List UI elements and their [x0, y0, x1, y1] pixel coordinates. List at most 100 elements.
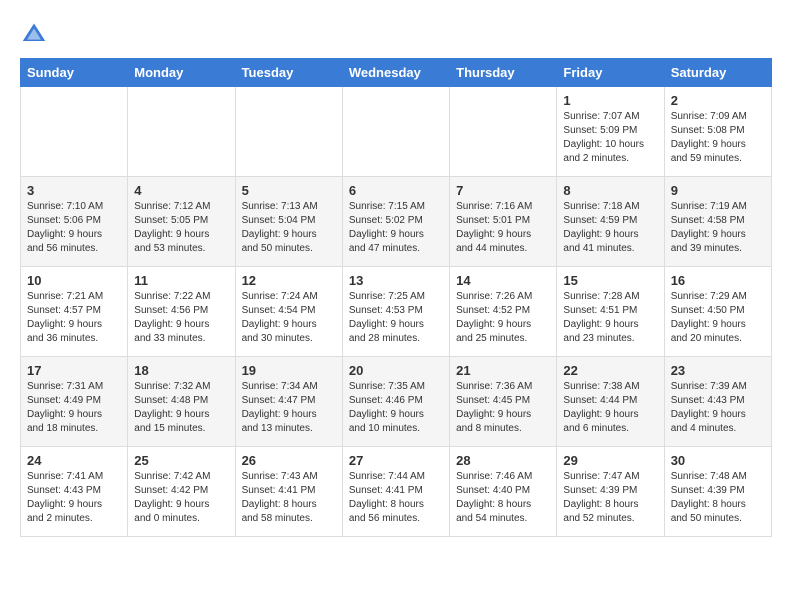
- day-number: 1: [563, 93, 657, 108]
- day-info: Sunrise: 7:13 AM Sunset: 5:04 PM Dayligh…: [242, 200, 336, 256]
- day-number: 20: [349, 363, 443, 378]
- day-info: Sunrise: 7:48 AM Sunset: 4:39 PM Dayligh…: [671, 470, 765, 526]
- day-number: 12: [242, 273, 336, 288]
- day-number: 19: [242, 363, 336, 378]
- calendar-cell: 19 Sunrise: 7:34 AM Sunset: 4:47 PM Dayli…: [235, 357, 342, 447]
- day-info: Sunrise: 7:19 AM Sunset: 4:58 PM Dayligh…: [671, 200, 765, 256]
- day-number: 26: [242, 453, 336, 468]
- calendar-cell: [342, 87, 449, 177]
- calendar-cell: 20 Sunrise: 7:35 AM Sunset: 4:46 PM Dayli…: [342, 357, 449, 447]
- calendar-cell: 1 Sunrise: 7:07 AM Sunset: 5:09 PM Daylig…: [557, 87, 664, 177]
- day-info: Sunrise: 7:15 AM Sunset: 5:02 PM Dayligh…: [349, 200, 443, 256]
- day-info: Sunrise: 7:38 AM Sunset: 4:44 PM Dayligh…: [563, 380, 657, 436]
- calendar-cell: 11 Sunrise: 7:22 AM Sunset: 4:56 PM Dayli…: [128, 267, 235, 357]
- logo-icon: [20, 20, 48, 48]
- day-info: Sunrise: 7:10 AM Sunset: 5:06 PM Dayligh…: [27, 200, 121, 256]
- day-info: Sunrise: 7:32 AM Sunset: 4:48 PM Dayligh…: [134, 380, 228, 436]
- calendar-cell: 5 Sunrise: 7:13 AM Sunset: 5:04 PM Daylig…: [235, 177, 342, 267]
- weekday-header-thursday: Thursday: [450, 59, 557, 87]
- day-info: Sunrise: 7:39 AM Sunset: 4:43 PM Dayligh…: [671, 380, 765, 436]
- day-info: Sunrise: 7:43 AM Sunset: 4:41 PM Dayligh…: [242, 470, 336, 526]
- calendar-cell: 10 Sunrise: 7:21 AM Sunset: 4:57 PM Dayli…: [21, 267, 128, 357]
- calendar-cell: [235, 87, 342, 177]
- calendar-cell: 15 Sunrise: 7:28 AM Sunset: 4:51 PM Dayli…: [557, 267, 664, 357]
- day-info: Sunrise: 7:28 AM Sunset: 4:51 PM Dayligh…: [563, 290, 657, 346]
- weekday-header-saturday: Saturday: [664, 59, 771, 87]
- day-info: Sunrise: 7:16 AM Sunset: 5:01 PM Dayligh…: [456, 200, 550, 256]
- calendar-cell: 23 Sunrise: 7:39 AM Sunset: 4:43 PM Dayli…: [664, 357, 771, 447]
- day-info: Sunrise: 7:21 AM Sunset: 4:57 PM Dayligh…: [27, 290, 121, 346]
- day-number: 2: [671, 93, 765, 108]
- calendar-cell: [450, 87, 557, 177]
- calendar-cell: 9Sunrise: 7:19 AM Sunset: 4:58 PM Daylig…: [664, 177, 771, 267]
- calendar-cell: 2 Sunrise: 7:09 AM Sunset: 5:08 PM Daylig…: [664, 87, 771, 177]
- day-number: 24: [27, 453, 121, 468]
- day-info: Sunrise: 7:34 AM Sunset: 4:47 PM Dayligh…: [242, 380, 336, 436]
- day-number: 15: [563, 273, 657, 288]
- day-number: 3: [27, 183, 121, 198]
- calendar-cell: 6 Sunrise: 7:15 AM Sunset: 5:02 PM Daylig…: [342, 177, 449, 267]
- day-info: Sunrise: 7:44 AM Sunset: 4:41 PM Dayligh…: [349, 470, 443, 526]
- calendar-header: SundayMondayTuesdayWednesdayThursdayFrid…: [21, 59, 772, 87]
- calendar-week-1: 1 Sunrise: 7:07 AM Sunset: 5:09 PM Daylig…: [21, 87, 772, 177]
- day-info: Sunrise: 7:18 AM Sunset: 4:59 PM Dayligh…: [563, 200, 657, 256]
- day-number: 25: [134, 453, 228, 468]
- day-info: Sunrise: 7:35 AM Sunset: 4:46 PM Dayligh…: [349, 380, 443, 436]
- day-number: 16: [671, 273, 765, 288]
- weekday-header-row: SundayMondayTuesdayWednesdayThursdayFrid…: [21, 59, 772, 87]
- day-number: 5: [242, 183, 336, 198]
- day-number: 22: [563, 363, 657, 378]
- calendar-cell: 7 Sunrise: 7:16 AM Sunset: 5:01 PM Daylig…: [450, 177, 557, 267]
- day-number: 21: [456, 363, 550, 378]
- calendar-cell: 13Sunrise: 7:25 AM Sunset: 4:53 PM Dayli…: [342, 267, 449, 357]
- day-info: Sunrise: 7:31 AM Sunset: 4:49 PM Dayligh…: [27, 380, 121, 436]
- calendar-cell: 4 Sunrise: 7:12 AM Sunset: 5:05 PM Daylig…: [128, 177, 235, 267]
- calendar-cell: 22 Sunrise: 7:38 AM Sunset: 4:44 PM Dayli…: [557, 357, 664, 447]
- day-number: 23: [671, 363, 765, 378]
- calendar-week-2: 3 Sunrise: 7:10 AM Sunset: 5:06 PM Daylig…: [21, 177, 772, 267]
- day-info: Sunrise: 7:47 AM Sunset: 4:39 PM Dayligh…: [563, 470, 657, 526]
- day-info: Sunrise: 7:25 AM Sunset: 4:53 PM Dayligh…: [349, 290, 443, 346]
- day-number: 18: [134, 363, 228, 378]
- calendar-week-4: 17 Sunrise: 7:31 AM Sunset: 4:49 PM Dayli…: [21, 357, 772, 447]
- calendar-cell: 18 Sunrise: 7:32 AM Sunset: 4:48 PM Dayli…: [128, 357, 235, 447]
- day-info: Sunrise: 7:42 AM Sunset: 4:42 PM Dayligh…: [134, 470, 228, 526]
- calendar-week-5: 24 Sunrise: 7:41 AM Sunset: 4:43 PM Dayli…: [21, 447, 772, 537]
- day-info: Sunrise: 7:22 AM Sunset: 4:56 PM Dayligh…: [134, 290, 228, 346]
- day-number: 28: [456, 453, 550, 468]
- calendar-cell: 28Sunrise: 7:46 AM Sunset: 4:40 PM Dayli…: [450, 447, 557, 537]
- day-number: 11: [134, 273, 228, 288]
- day-number: 10: [27, 273, 121, 288]
- day-info: Sunrise: 7:41 AM Sunset: 4:43 PM Dayligh…: [27, 470, 121, 526]
- weekday-header-monday: Monday: [128, 59, 235, 87]
- calendar-cell: [21, 87, 128, 177]
- day-number: 6: [349, 183, 443, 198]
- calendar-cell: 12 Sunrise: 7:24 AM Sunset: 4:54 PM Dayli…: [235, 267, 342, 357]
- day-number: 17: [27, 363, 121, 378]
- calendar-body: 1 Sunrise: 7:07 AM Sunset: 5:09 PM Daylig…: [21, 87, 772, 537]
- day-number: 4: [134, 183, 228, 198]
- day-info: Sunrise: 7:26 AM Sunset: 4:52 PM Dayligh…: [456, 290, 550, 346]
- calendar-cell: 17 Sunrise: 7:31 AM Sunset: 4:49 PM Dayli…: [21, 357, 128, 447]
- day-number: 7: [456, 183, 550, 198]
- calendar-cell: 25 Sunrise: 7:42 AM Sunset: 4:42 PM Dayli…: [128, 447, 235, 537]
- day-info: Sunrise: 7:24 AM Sunset: 4:54 PM Dayligh…: [242, 290, 336, 346]
- calendar-cell: 14Sunrise: 7:26 AM Sunset: 4:52 PM Dayli…: [450, 267, 557, 357]
- day-info: Sunrise: 7:07 AM Sunset: 5:09 PM Dayligh…: [563, 110, 657, 166]
- calendar-table: SundayMondayTuesdayWednesdayThursdayFrid…: [20, 58, 772, 537]
- day-number: 29: [563, 453, 657, 468]
- logo: [20, 20, 52, 48]
- day-info: Sunrise: 7:12 AM Sunset: 5:05 PM Dayligh…: [134, 200, 228, 256]
- calendar-cell: 21 Sunrise: 7:36 AM Sunset: 4:45 PM Dayli…: [450, 357, 557, 447]
- calendar-cell: 16Sunrise: 7:29 AM Sunset: 4:50 PM Dayli…: [664, 267, 771, 357]
- page-header: [20, 20, 772, 48]
- calendar-cell: 30 Sunrise: 7:48 AM Sunset: 4:39 PM Dayli…: [664, 447, 771, 537]
- calendar-cell: 24 Sunrise: 7:41 AM Sunset: 4:43 PM Dayli…: [21, 447, 128, 537]
- weekday-header-sunday: Sunday: [21, 59, 128, 87]
- day-number: 30: [671, 453, 765, 468]
- day-info: Sunrise: 7:36 AM Sunset: 4:45 PM Dayligh…: [456, 380, 550, 436]
- calendar-cell: 29 Sunrise: 7:47 AM Sunset: 4:39 PM Dayli…: [557, 447, 664, 537]
- day-info: Sunrise: 7:09 AM Sunset: 5:08 PM Dayligh…: [671, 110, 765, 166]
- calendar-cell: [128, 87, 235, 177]
- calendar-cell: 8Sunrise: 7:18 AM Sunset: 4:59 PM Daylig…: [557, 177, 664, 267]
